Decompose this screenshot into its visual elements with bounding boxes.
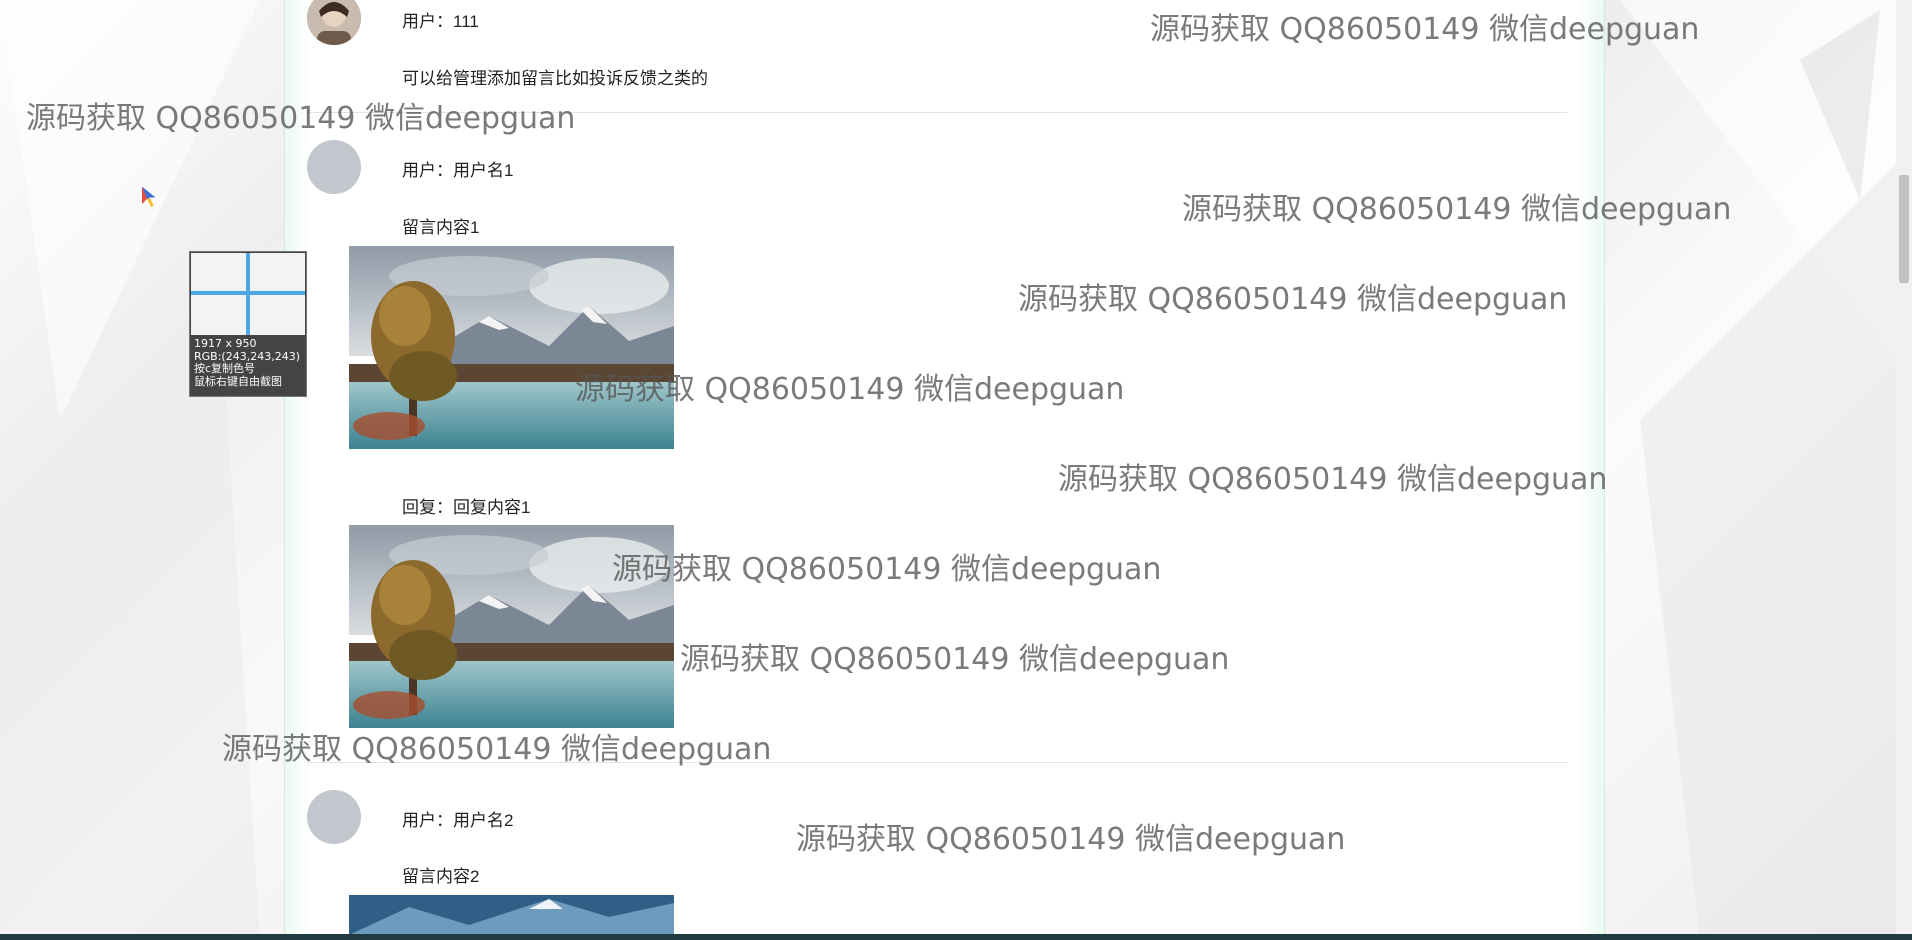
message-item: 用户：用户名1 留言内容1 回复：回复内容1 [307, 140, 1567, 760]
magnifier-hint-copy: 按c复制色号 [194, 362, 256, 375]
avatar [307, 140, 361, 194]
message-item: 用户：111 可以给管理添加留言比如投诉反馈之类的 [307, 0, 1567, 112]
message-username: 用户：用户名1 [402, 161, 514, 180]
message-image[interactable] [349, 246, 674, 449]
magnifier-size: 1917 x 950 [194, 337, 257, 350]
taskbar-edge [0, 934, 1912, 940]
message-item: 用户：用户名2 留言内容2 [307, 790, 1567, 940]
crosshair-vertical [246, 253, 250, 335]
message-image[interactable] [349, 895, 674, 935]
magnifier-zoom-area [191, 253, 305, 335]
avatar [307, 790, 361, 844]
message-content: 留言内容1 [402, 218, 480, 237]
reply-text: 回复：回复内容1 [402, 498, 531, 517]
scrollbar-thumb[interactable] [1899, 175, 1909, 283]
message-board-panel: 用户：111 可以给管理添加留言比如投诉反馈之类的 用户：用户名1 留言内容1 [284, 0, 1605, 935]
message-username: 用户：111 [402, 12, 479, 31]
divider [307, 112, 1567, 113]
message-content: 可以给管理添加留言比如投诉反馈之类的 [402, 69, 708, 88]
avatar [307, 0, 361, 45]
message-content: 留言内容2 [402, 867, 480, 886]
magnifier-hint-capture: 鼠标右键自由截图 [194, 374, 282, 388]
magnifier-info: 1917 x 950 RGB:(243,243,243) 按c复制色号 鼠标右键… [194, 337, 300, 388]
reply-image[interactable] [349, 525, 674, 728]
mouse-cursor-icon [141, 185, 159, 208]
avatar-photo-icon [307, 0, 361, 45]
divider [307, 762, 1567, 763]
page-scrollbar[interactable] [1896, 0, 1912, 934]
message-username: 用户：用户名2 [402, 811, 514, 830]
color-picker-magnifier: 1917 x 950 RGB:(243,243,243) 按c复制色号 鼠标右键… [189, 251, 307, 397]
